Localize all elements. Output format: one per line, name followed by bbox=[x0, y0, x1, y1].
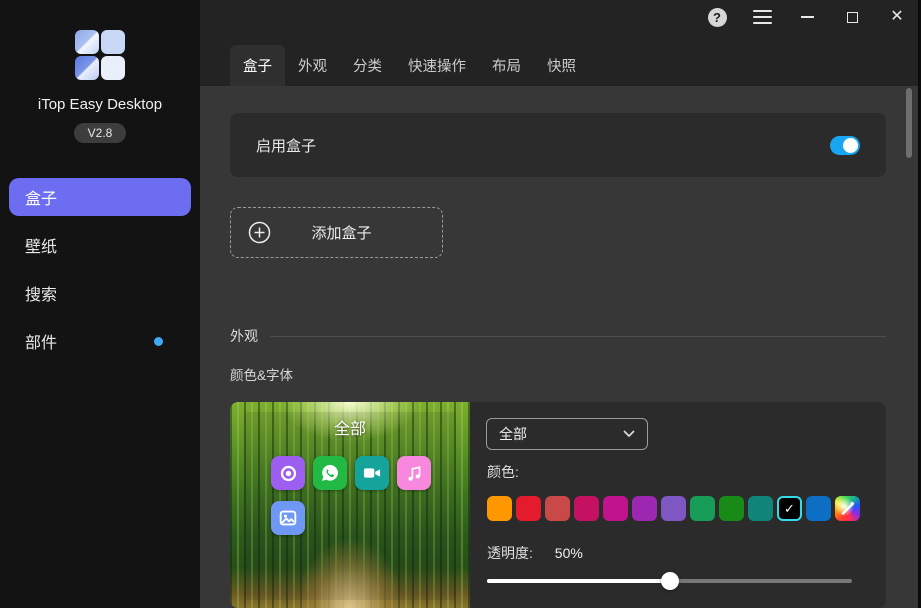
color-controls: 全部 颜色: ✓ 透明度: 50% bbox=[486, 402, 870, 608]
new-badge-dot-icon bbox=[154, 337, 163, 346]
app-logo-icon bbox=[72, 27, 128, 83]
close-button[interactable]: ✕ bbox=[886, 6, 908, 28]
topbar: ? ✕ 盒子外观分类快速操作布局快照 bbox=[200, 0, 918, 86]
maximize-button[interactable] bbox=[841, 6, 863, 28]
tab-4[interactable]: 快速操作 bbox=[395, 45, 479, 86]
slider-knob[interactable] bbox=[661, 572, 679, 590]
menu-button[interactable] bbox=[751, 6, 773, 28]
color-font-card: 全部 全部 颜色: ✓ 透明度: 50% bbox=[230, 402, 886, 608]
group-select-value: 全部 bbox=[499, 424, 527, 444]
sidebar-item-label: 壁纸 bbox=[25, 233, 57, 257]
group-select-dropdown[interactable]: 全部 bbox=[486, 418, 648, 450]
chrome-icon[interactable] bbox=[271, 456, 305, 490]
color-swatch-11[interactable]: ✓ bbox=[777, 496, 802, 521]
sidebar-item-2[interactable]: 壁纸 bbox=[9, 226, 191, 264]
sidebar-item-label: 盒子 bbox=[25, 185, 57, 209]
scrollbar-thumb[interactable] bbox=[906, 88, 912, 158]
plus-circle-icon bbox=[248, 221, 271, 244]
sidebar: iTop Easy Desktop V2.8 盒子壁纸搜索部件 bbox=[0, 0, 200, 608]
color-swatch-8[interactable] bbox=[690, 496, 715, 521]
tab-3[interactable]: 分类 bbox=[340, 45, 395, 86]
video-icon[interactable] bbox=[355, 456, 389, 490]
tab-1[interactable]: 盒子 bbox=[230, 45, 285, 86]
color-swatch-2[interactable] bbox=[516, 496, 541, 521]
opacity-label: 透明度: bbox=[487, 545, 533, 561]
settings-content: 启用盒子 添加盒子 外观 颜色&字体 全部 bbox=[200, 86, 918, 608]
music-icon[interactable] bbox=[397, 456, 431, 490]
add-box-button[interactable]: 添加盒子 bbox=[230, 207, 443, 258]
app-name: iTop Easy Desktop bbox=[0, 96, 200, 113]
enable-box-label: 启用盒子 bbox=[256, 135, 316, 156]
color-font-title: 颜色&字体 bbox=[230, 364, 293, 384]
help-icon: ? bbox=[708, 8, 727, 27]
color-swatch-5[interactable] bbox=[603, 496, 628, 521]
tab-5[interactable]: 布局 bbox=[479, 45, 534, 86]
close-icon: ✕ bbox=[890, 9, 903, 25]
sidebar-item-label: 部件 bbox=[25, 329, 57, 353]
sidebar-nav: 盒子壁纸搜索部件 bbox=[0, 178, 200, 360]
maximize-icon bbox=[847, 12, 858, 23]
whatsapp-icon[interactable] bbox=[313, 456, 347, 490]
help-button[interactable]: ? bbox=[706, 6, 728, 28]
sidebar-item-3[interactable]: 搜索 bbox=[9, 274, 191, 312]
tab-bar: 盒子外观分类快速操作布局快照 bbox=[230, 45, 589, 86]
color-swatch-9[interactable] bbox=[719, 496, 744, 521]
tab-2[interactable]: 外观 bbox=[285, 45, 340, 86]
appearance-section-header: 外观 bbox=[230, 326, 886, 346]
section-divider bbox=[270, 336, 886, 337]
chevron-down-icon bbox=[623, 430, 635, 438]
color-swatch-4[interactable] bbox=[574, 496, 599, 521]
color-swatch-3[interactable] bbox=[545, 496, 570, 521]
slider-fill bbox=[487, 579, 670, 583]
preview-icons-row-2 bbox=[271, 501, 305, 535]
app-window: iTop Easy Desktop V2.8 盒子壁纸搜索部件 ? ✕ 盒子外观… bbox=[0, 0, 921, 608]
color-label: 颜色: bbox=[487, 462, 519, 482]
hamburger-icon bbox=[753, 10, 772, 24]
opacity-value: 50% bbox=[555, 545, 583, 561]
color-swatches: ✓ bbox=[487, 496, 860, 521]
toggle-knob bbox=[843, 138, 858, 153]
window-controls: ? ✕ bbox=[706, 5, 908, 29]
opacity-row: 透明度: 50% bbox=[487, 543, 583, 563]
color-swatch-6[interactable] bbox=[632, 496, 657, 521]
minimize-button[interactable] bbox=[796, 6, 818, 28]
enable-box-toggle[interactable] bbox=[830, 136, 860, 155]
minimize-icon bbox=[801, 16, 814, 18]
version-badge: V2.8 bbox=[74, 123, 126, 143]
tab-6[interactable]: 快照 bbox=[534, 45, 589, 86]
color-swatch-7[interactable] bbox=[661, 496, 686, 521]
add-box-label: 添加盒子 bbox=[271, 222, 412, 243]
box-preview-image: 全部 bbox=[230, 402, 470, 608]
enable-box-card: 启用盒子 bbox=[230, 113, 886, 177]
photo-icon[interactable] bbox=[271, 501, 305, 535]
color-swatch-1[interactable] bbox=[487, 496, 512, 521]
preview-icons-row-1 bbox=[271, 456, 431, 490]
custom-color-picker-icon[interactable] bbox=[835, 496, 860, 521]
sidebar-item-4[interactable]: 部件 bbox=[9, 322, 191, 360]
color-swatch-12[interactable] bbox=[806, 496, 831, 521]
color-swatch-10[interactable] bbox=[748, 496, 773, 521]
opacity-slider[interactable] bbox=[487, 571, 852, 591]
box-group-title: 全部 bbox=[230, 415, 470, 439]
appearance-title: 外观 bbox=[230, 326, 258, 346]
sidebar-item-1[interactable]: 盒子 bbox=[9, 178, 191, 216]
sidebar-item-label: 搜索 bbox=[25, 281, 57, 305]
